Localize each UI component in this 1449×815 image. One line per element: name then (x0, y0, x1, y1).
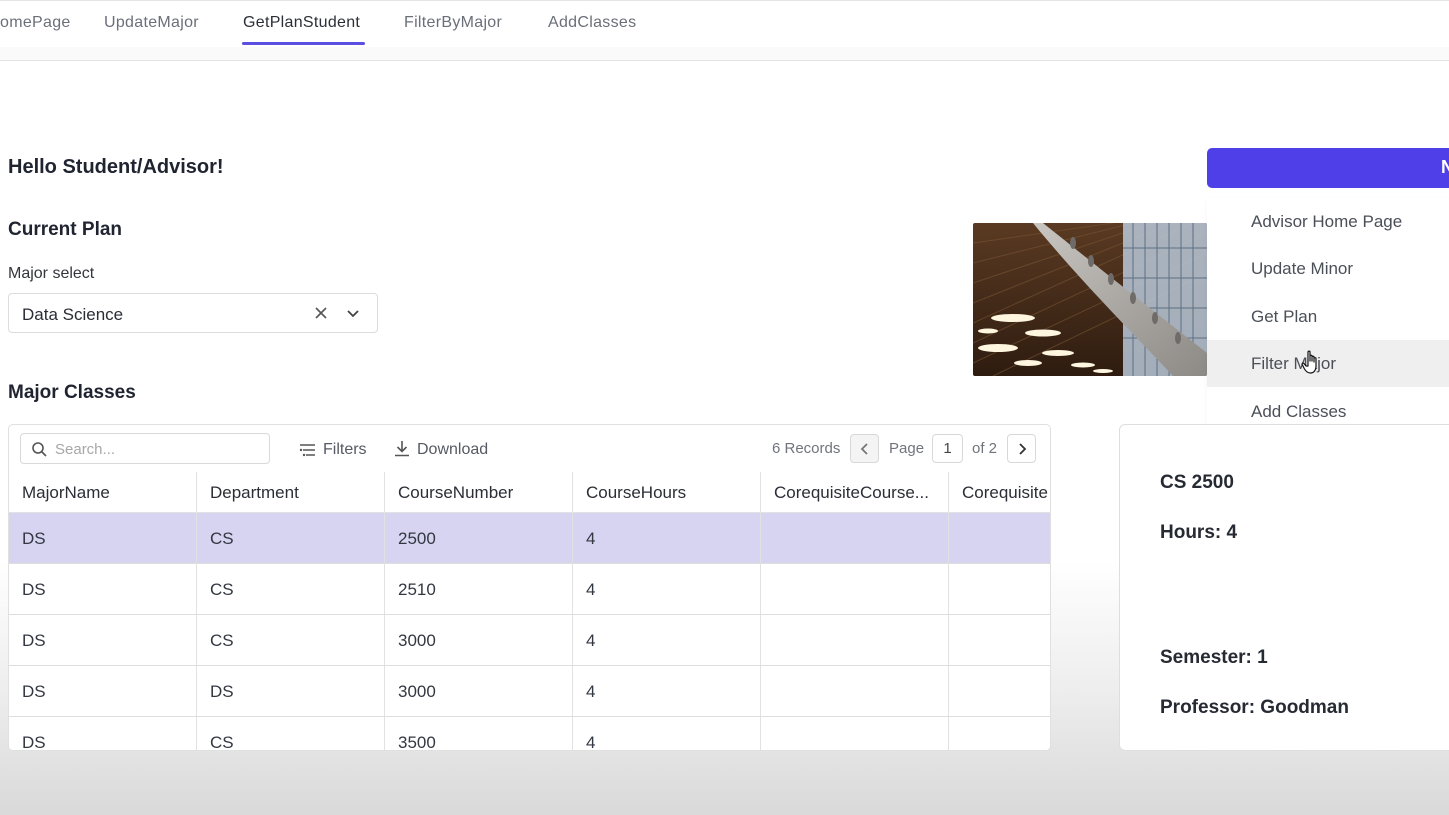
page-number-input[interactable]: 1 (932, 434, 963, 463)
chevron-right-icon (1019, 443, 1027, 455)
download-label: Download (417, 441, 489, 458)
table-cell: CS (197, 513, 385, 563)
table-cell (761, 513, 949, 563)
table-cell (949, 615, 1050, 665)
filters-label: Filters (323, 441, 367, 458)
table-cell (949, 666, 1050, 716)
table-cell (761, 615, 949, 665)
major-select[interactable]: Data Science (8, 293, 378, 333)
menu-item-advisor-home-page[interactable]: Advisor Home Page (1207, 198, 1449, 245)
menu-item-get-plan[interactable]: Get Plan (1207, 293, 1449, 340)
current-plan-heading: Current Plan (8, 219, 123, 240)
column-header-corequisite[interactable]: Corequisite (949, 472, 1050, 512)
table-header: MajorName Department CourseNumber Course… (9, 472, 1050, 513)
course-professor: Professor: Goodman (1160, 697, 1349, 718)
column-header-department[interactable]: Department (197, 472, 385, 512)
table-cell (761, 564, 949, 614)
clear-icon[interactable] (311, 303, 331, 323)
chevron-left-icon (860, 443, 868, 455)
tab-homepage[interactable]: omePage (0, 14, 71, 32)
filters-button[interactable]: Filters (299, 441, 367, 459)
prev-page-button[interactable] (850, 434, 879, 463)
classes-table-card: Filters Download 6 Records Page 1 of 2 M… (8, 424, 1051, 751)
search-input[interactable] (55, 438, 255, 460)
table-cell: 3000 (385, 666, 573, 716)
table-cell: 4 (573, 717, 761, 750)
download-button[interactable]: Download (394, 441, 488, 459)
table-cell (761, 717, 949, 750)
page-label: Page (889, 440, 925, 457)
table-cell: 4 (573, 513, 761, 563)
menu-item-update-minor[interactable]: Update Minor (1207, 245, 1449, 292)
table-cell (949, 564, 1050, 614)
building-interior-image (973, 223, 1207, 376)
course-semester: Semester: 1 (1160, 647, 1268, 668)
column-header-corequisitecourse[interactable]: CorequisiteCourse... (761, 472, 949, 512)
table-row[interactable]: DS CS 3000 4 (9, 615, 1050, 666)
table-cell: DS (9, 615, 197, 665)
chevron-down-icon[interactable] (343, 303, 363, 323)
table-cell: 4 (573, 564, 761, 614)
table-cell: CS (197, 564, 385, 614)
table-cell: DS (9, 717, 197, 750)
major-classes-heading: Major Classes (8, 382, 136, 403)
table-cell: 2500 (385, 513, 573, 563)
column-header-majorname[interactable]: MajorName (9, 472, 197, 512)
active-tab-indicator (242, 42, 365, 45)
table-cell (949, 513, 1050, 563)
tab-add-classes[interactable]: AddClasses (548, 14, 636, 32)
menu-item-filter-major[interactable]: Filter Major (1207, 340, 1449, 387)
column-header-coursehours[interactable]: CourseHours (573, 472, 761, 512)
table-cell: 4 (573, 666, 761, 716)
table-row[interactable]: DS CS 2500 4 (9, 513, 1050, 564)
table-cell (949, 717, 1050, 750)
course-detail-card: CS 2500 Hours: 4 Semester: 1 Professor: … (1119, 424, 1449, 751)
table-cell: DS (9, 513, 197, 563)
tab-filter-by-major[interactable]: FilterByMajor (404, 14, 502, 32)
major-select-label: Major select (8, 265, 95, 282)
menu-button[interactable]: N (1207, 148, 1449, 188)
menu-button-label: N (1441, 157, 1449, 177)
top-nav: omePage UpdateMajor GetPlanStudent Filte… (0, 0, 1449, 61)
table-cell: 2510 (385, 564, 573, 614)
table-row[interactable]: DS DS 3000 4 (9, 666, 1050, 717)
table-cell: DS (9, 666, 197, 716)
column-header-coursenumber[interactable]: CourseNumber (385, 472, 573, 512)
course-code: CS 2500 (1160, 472, 1234, 493)
table-cell (761, 666, 949, 716)
major-select-value: Data Science (22, 305, 124, 324)
table-cell: 4 (573, 615, 761, 665)
table-cell: 3500 (385, 717, 573, 750)
tab-get-plan-student[interactable]: GetPlanStudent (243, 14, 360, 32)
table-cell: 3000 (385, 615, 573, 665)
dropdown-menu: Advisor Home Page Update Minor Get Plan … (1207, 198, 1449, 437)
records-count: 6 Records (772, 440, 841, 457)
nav-divider (0, 47, 1449, 61)
search-box (20, 433, 270, 464)
table-row[interactable]: DS CS 2510 4 (9, 564, 1050, 615)
greeting-heading: Hello Student/Advisor! (8, 156, 224, 178)
next-page-button[interactable] (1007, 434, 1036, 463)
table-cell: DS (197, 666, 385, 716)
table-cell: DS (9, 564, 197, 614)
download-icon (395, 441, 409, 457)
search-icon (31, 441, 47, 457)
tab-update-major[interactable]: UpdateMajor (104, 14, 199, 32)
table-cell: CS (197, 615, 385, 665)
table-row[interactable]: DS CS 3500 4 (9, 717, 1050, 750)
hand-cursor-icon (1301, 350, 1321, 376)
page-total: of 2 (972, 440, 998, 457)
filters-icon (299, 444, 315, 457)
course-hours: Hours: 4 (1160, 522, 1238, 543)
table-cell: CS (197, 717, 385, 750)
